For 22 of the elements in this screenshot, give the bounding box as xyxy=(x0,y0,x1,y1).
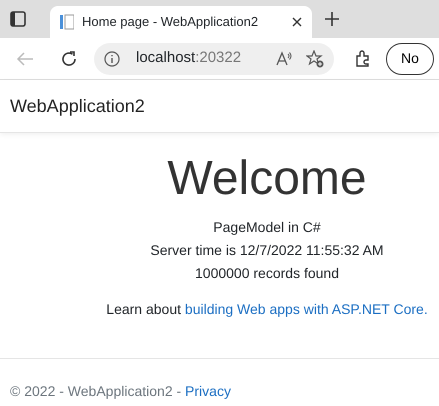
sidebar-icon[interactable] xyxy=(10,11,26,27)
info-text: 1000000 records found xyxy=(194,264,340,284)
refresh-icon[interactable] xyxy=(60,50,78,68)
welcome-heading: Welcome xyxy=(166,151,368,206)
star-add-icon[interactable] xyxy=(306,50,324,68)
navbar-brand[interactable]: WebApplication2 xyxy=(10,92,145,120)
url-text: localhost:20322 xyxy=(136,48,242,68)
tab-title: Home page - WebApplication2 xyxy=(82,13,260,32)
learn-text: Learn about xyxy=(106,301,182,318)
privacy-link[interactable]: Privacy xyxy=(185,383,231,400)
address-bar[interactable]: localhost:20322 xyxy=(94,42,334,74)
info-icon xyxy=(104,50,120,66)
close-icon[interactable] xyxy=(292,17,302,27)
info-text: Server time is 12/7/2022 11:55:32 AM xyxy=(149,241,385,260)
docs-link[interactable]: building Web apps with ASP.NET Core. xyxy=(184,301,428,318)
new-tab-icon[interactable] xyxy=(324,11,340,27)
read-aloud-icon[interactable] xyxy=(276,50,292,66)
copyright-text: © 2022 - WebApplication2 - xyxy=(10,383,182,400)
browser-tab[interactable]: Home page - WebApplication2 xyxy=(50,6,312,38)
page-icon xyxy=(60,14,74,30)
info-text: PageModel in C# xyxy=(212,218,322,238)
profile-button[interactable]: No xyxy=(386,42,434,74)
